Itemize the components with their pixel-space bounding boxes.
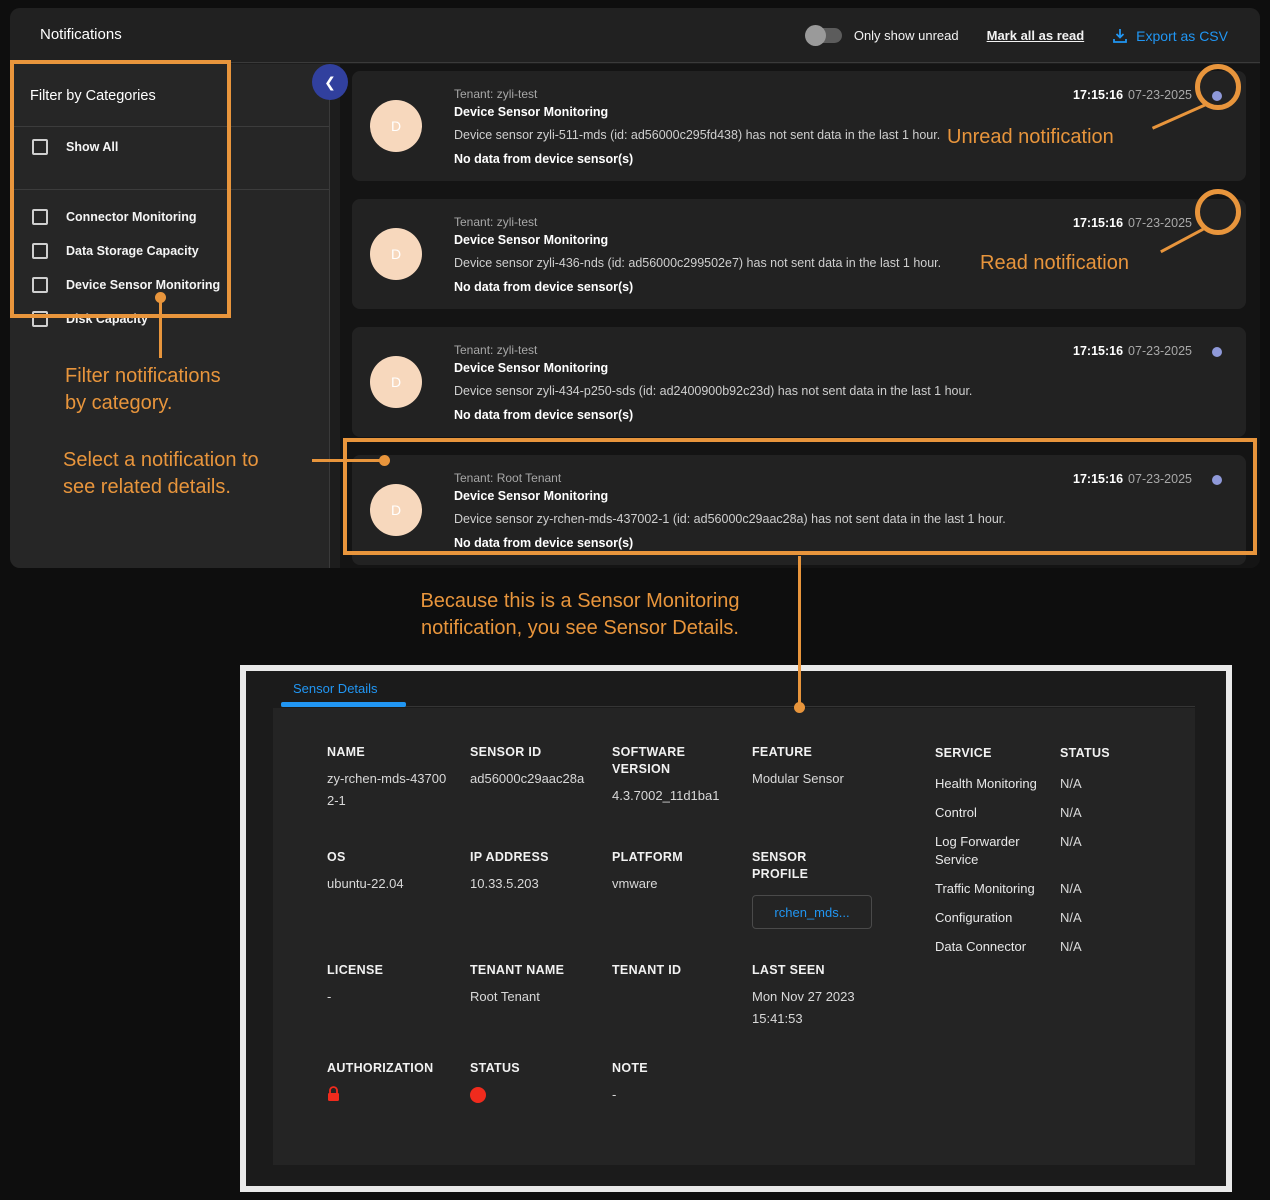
service-row: Health Monitoring N/A (935, 775, 1185, 793)
sensor-fields-grid: NAME zy-rchen-mds-437002-1 SENSOR ID ad5… (327, 744, 935, 1107)
notification-tenant: Tenant: zyli-test (454, 87, 537, 101)
tab-active-indicator (281, 702, 406, 707)
field-tenant-name: TENANT NAME Root Tenant (470, 962, 612, 1060)
field-note: NOTE - (612, 1060, 752, 1107)
avatar: D (370, 228, 422, 280)
sensor-details-content: NAME zy-rchen-mds-437002-1 SENSOR ID ad5… (273, 708, 1195, 1165)
topbar: Notifications Only show unread Mark all … (10, 8, 1260, 63)
services-header: SERVICE STATUS (935, 744, 1185, 762)
notification-list: D Tenant: zyli-test Device Sensor Monito… (340, 64, 1260, 568)
notification-timestamp: 17:15:1607-23-2025 (1073, 88, 1192, 102)
page: Notifications Only show unread Mark all … (0, 0, 1270, 1200)
notification-tenant: Tenant: zyli-test (454, 343, 537, 357)
annotation-because-text: Because this is a Sensor Monitoring noti… (380, 588, 780, 642)
notification-timestamp: 17:15:1607-23-2025 (1073, 472, 1192, 486)
field-authorization: AUTHORIZATION (327, 1060, 470, 1107)
notification-message: Device sensor zy-rchen-mds-437002-1 (id:… (454, 512, 1006, 526)
notification-message: Device sensor zyli-436-nds (id: ad56000c… (454, 256, 941, 270)
checkbox[interactable] (32, 209, 48, 225)
filter-sidebar: Filter by Categories Show All Connector … (10, 64, 330, 568)
avatar: D (370, 100, 422, 152)
show-all-checkbox[interactable] (32, 139, 48, 155)
sensor-details-panel: Sensor Details NAME zy-rchen-mds-437002-… (240, 665, 1232, 1192)
filter-data-storage-capacity[interactable]: Data Storage Capacity (10, 234, 329, 268)
notification-card-1[interactable]: D Tenant: zyli-test Device Sensor Monito… (352, 71, 1246, 181)
filter-title: Filter by Categories (10, 64, 329, 104)
notification-summary: No data from device sensor(s) (454, 152, 633, 166)
lock-icon (327, 1086, 448, 1107)
service-row: Data Connector N/A (935, 938, 1185, 956)
field-sensor-profile: SENSOR PROFILE rchen_mds... (752, 849, 935, 962)
field-license: LICENSE - (327, 962, 470, 1060)
filter-show-all[interactable]: Show All (10, 127, 329, 167)
notification-summary: No data from device sensor(s) (454, 280, 633, 294)
notification-timestamp: 17:15:1607-23-2025 (1073, 344, 1192, 358)
mark-all-as-read-link[interactable]: Mark all as read (987, 28, 1085, 43)
services-table: SERVICE STATUS Health Monitoring N/A Con… (935, 744, 1185, 967)
notification-category: Device Sensor Monitoring (454, 361, 608, 375)
field-os: OS ubuntu-22.04 (327, 849, 470, 962)
chevron-left-icon: ❮ (324, 74, 336, 91)
checkbox[interactable] (32, 277, 48, 293)
unread-toggle-group: Only show unread (806, 28, 959, 43)
unread-dot (1212, 347, 1222, 357)
page-title: Notifications (40, 26, 122, 43)
notification-category: Device Sensor Monitoring (454, 233, 608, 247)
download-icon (1112, 28, 1128, 44)
toggle-knob (805, 25, 826, 46)
field-last-seen: LAST SEEN Mon Nov 27 2023 15:41:53 (752, 962, 935, 1060)
notification-summary: No data from device sensor(s) (454, 408, 633, 422)
field-ip-address: IP ADDRESS 10.33.5.203 (470, 849, 612, 962)
notifications-app: Notifications Only show unread Mark all … (10, 8, 1260, 568)
notification-category: Device Sensor Monitoring (454, 489, 608, 503)
notification-timestamp: 17:15:1607-23-2025 (1073, 216, 1192, 230)
unread-dot (1212, 91, 1222, 101)
sensor-profile-button[interactable]: rchen_mds... (752, 895, 872, 929)
notification-card-2[interactable]: D Tenant: zyli-test Device Sensor Monito… (352, 199, 1246, 309)
field-status: STATUS (470, 1060, 612, 1107)
export-csv-button[interactable]: Export as CSV (1112, 28, 1228, 44)
tab-strip (281, 706, 1195, 707)
notification-summary: No data from device sensor(s) (454, 536, 633, 550)
field-tenant-id: TENANT ID (612, 962, 752, 1060)
filter-category-list: Connector Monitoring Data Storage Capaci… (10, 190, 329, 336)
filter-disk-capacity[interactable]: Disk Capacity (10, 302, 329, 336)
service-row: Control N/A (935, 804, 1185, 822)
field-sensor-id: SENSOR ID ad56000c29aac28a (470, 744, 612, 849)
service-row: Configuration N/A (935, 909, 1185, 927)
only-show-unread-toggle[interactable] (806, 28, 842, 43)
topbar-controls: Only show unread Mark all as read Export… (806, 8, 1228, 63)
checkbox[interactable] (32, 243, 48, 259)
notification-card-3[interactable]: D Tenant: zyli-test Device Sensor Monito… (352, 327, 1246, 437)
avatar: D (370, 484, 422, 536)
only-show-unread-label: Only show unread (854, 28, 959, 43)
notification-category: Device Sensor Monitoring (454, 105, 608, 119)
field-software-version: SOFTWARE VERSION 4.3.7002_11d1ba1 (612, 744, 752, 849)
sidebar-collapse-button[interactable]: ❮ (312, 64, 348, 100)
filter-connector-monitoring[interactable]: Connector Monitoring (10, 200, 329, 234)
service-row: Log Forwarder Service N/A (935, 833, 1185, 869)
notification-card-4-selected[interactable]: D Tenant: Root Tenant Device Sensor Moni… (352, 455, 1246, 565)
tab-sensor-details[interactable]: Sensor Details (293, 681, 378, 696)
filter-device-sensor-monitoring[interactable]: Device Sensor Monitoring (10, 268, 329, 302)
avatar: D (370, 356, 422, 408)
service-row: Traffic Monitoring N/A (935, 880, 1185, 898)
checkbox[interactable] (32, 311, 48, 327)
notification-tenant: Tenant: Root Tenant (454, 471, 561, 485)
field-feature: FEATURE Modular Sensor (752, 744, 935, 849)
status-red-dot (470, 1087, 486, 1103)
field-platform: PLATFORM vmware (612, 849, 752, 962)
export-csv-label: Export as CSV (1136, 28, 1228, 44)
field-name: NAME zy-rchen-mds-437002-1 (327, 744, 470, 849)
unread-dot (1212, 475, 1222, 485)
notification-message: Device sensor zyli-434-p250-sds (id: ad2… (454, 384, 972, 398)
notification-message: Device sensor zyli-511-mds (id: ad56000c… (454, 128, 940, 142)
notification-tenant: Tenant: zyli-test (454, 215, 537, 229)
